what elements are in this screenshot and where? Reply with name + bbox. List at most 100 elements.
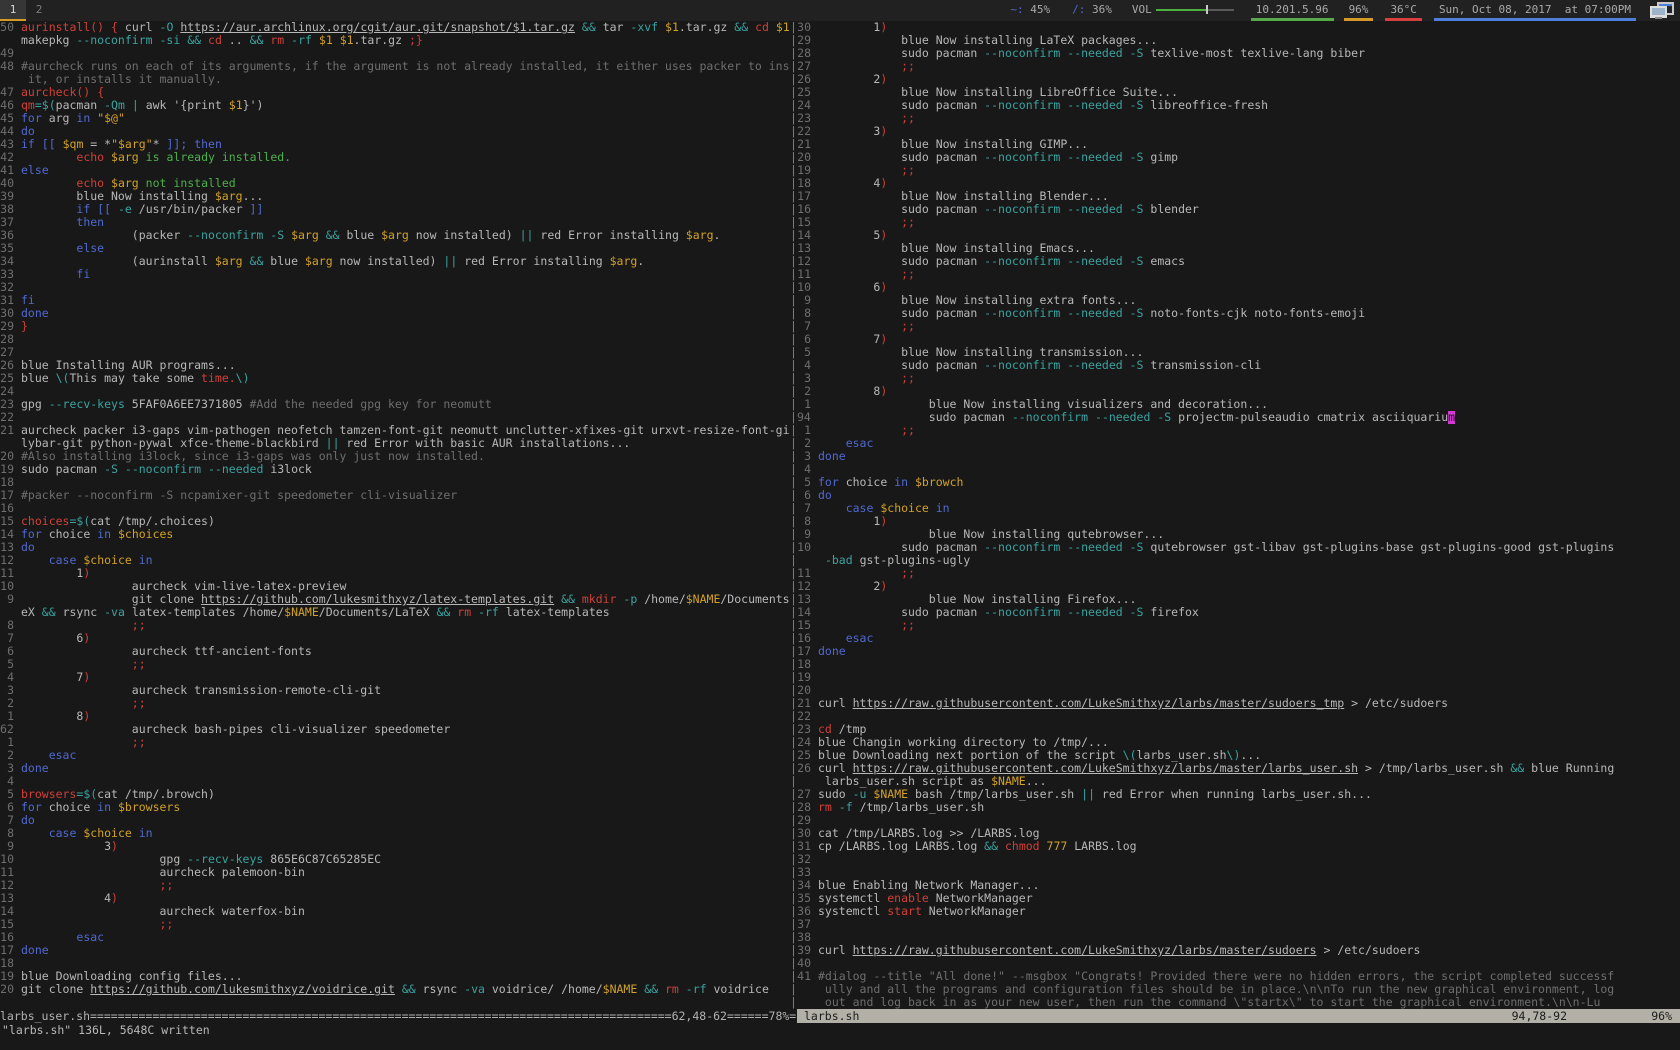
code-line: 12 case $choice in [0,554,790,567]
code-line: 24 [0,385,790,398]
volume-module[interactable]: VOL [1127,0,1239,21]
code-line: 9 git clone https://github.com/lukesmith… [0,593,790,606]
code-line: 1 8) [0,710,790,723]
code-line: 32 [797,853,1680,866]
home-symbol: ~: [1010,0,1023,19]
code-line: 6 aurcheck ttf-ancient-fonts [0,645,790,658]
code-line: 5 blue Now installing transmission... [797,346,1680,359]
code-line: 28rm -f /tmp/larbs_user.sh [797,801,1680,814]
battery-percent: 96% [1344,0,1374,21]
code-line: 3 aurcheck transmission-remote-cli-git [0,684,790,697]
code-line: 29 [797,814,1680,827]
active-file-name: larbs.sh [804,1009,859,1023]
volume-slider[interactable] [1156,5,1234,14]
statusline-inactive: larbs_user.sh===========================… [0,1009,797,1023]
code-line: 9 3) [0,840,790,853]
code-line: 1 blue Now installing visualizers and de… [797,398,1680,411]
line-number: 20 [0,983,21,996]
code-line: 26curl https://raw.githubusercontent.com… [797,762,1680,775]
code-line: larbs_user.sh script as $NAME... [797,775,1680,788]
code-line: 19 ;; [797,164,1680,177]
code-line: 27 [0,346,790,359]
systray [1650,0,1674,21]
code-line: 4 [797,463,1680,476]
ip-address: 10.201.5.96 [1251,0,1334,21]
code-line: 40 echo $arg not installed [0,177,790,190]
code-line: 16 esac [797,632,1680,645]
code-line: 23gpg --recv-keys 5FAF0A6EE7371805 #Add … [0,398,790,411]
vim-window-larbs-user-sh[interactable]: 50aurinstall() { curl -O https://aur.arc… [0,21,790,1009]
line-number: 9 [0,593,21,606]
code-line: 13do [0,541,790,554]
code-line: 17done [0,944,790,957]
code-line: 17 blue Now installing Blender... [797,190,1680,203]
code-line: 4 [0,775,790,788]
code-line: 7 6) [0,632,790,645]
code-line: 7 case $choice in [797,502,1680,515]
code-line: 94 sudo pacman --noconfirm --needed -S p… [797,411,1680,424]
code-line: it, or installs it manually. [0,73,790,86]
workspace-tag-2[interactable]: 2 [26,0,52,21]
code-line: 12 2) [797,580,1680,593]
line-number: 50 [0,21,21,34]
code-line: 20#Also installing i3lock, since i3-gaps… [0,450,790,463]
code-line: 14for choice in $choices [0,528,790,541]
root-symbol: /: [1072,0,1085,19]
scroll-percent: 96% [1567,1009,1672,1023]
line-number: 41 [797,970,818,983]
code-line: 15 ;; [797,619,1680,632]
code-line: 6for choice in $browsers [0,801,790,814]
vim-window-larbs-sh[interactable]: | | | | | | | | | | | | | | | | | | | | … [790,21,1680,1009]
code-line: 25 blue Now installing LibreOffice Suite… [797,86,1680,99]
vertical-split-separator[interactable]: | | | | | | | | | | | | | | | | | | | | … [790,21,797,1009]
disk-root-usage: /: 36% [1067,0,1117,21]
code-line: 8 case $choice in [0,827,790,840]
code-line: 28 sudo pacman --noconfirm --needed -S t… [797,47,1680,60]
code-line: 13 blue Now installing Emacs... [797,242,1680,255]
code-line: 1 ;; [0,736,790,749]
code-line: 47aurcheck() { [0,86,790,99]
code-line: 18 [0,476,790,489]
code-line: 9 blue Now installing extra fonts... [797,294,1680,307]
code-line: 19sudo pacman -S --noconfirm --needed i3… [0,463,790,476]
code-line: 31cp /LARBS.log LARBS.log && chmod 777 L… [797,840,1680,853]
code-line: 35 else [0,242,790,255]
code-line: 32 [0,281,790,294]
code-line: 7do [0,814,790,827]
code-line: 16 [0,502,790,515]
code-line: 13 blue Now installing Firefox... [797,593,1680,606]
code-line: 14 aurcheck waterfox-bin [0,905,790,918]
code-line: 13 4) [0,892,790,905]
code-line: 15 ;; [797,216,1680,229]
code-line: out and log back in as your new user, th… [797,996,1680,1009]
workspace-tag-1[interactable]: 1 [0,0,26,21]
code-line: 37 then [0,216,790,229]
code-line: 22 3) [797,125,1680,138]
code-line: 14 sudo pacman --noconfirm --needed -S f… [797,606,1680,619]
code-line: 17#packer --noconfirm -S ncpamixer-git s… [0,489,790,502]
code-line: 30cat /tmp/LARBS.log >> /LARBS.log [797,827,1680,840]
code-line: 7 ;; [797,320,1680,333]
computer-monitor-icon[interactable] [1650,2,1674,20]
code-line: 8 sudo pacman --noconfirm --needed -S no… [797,307,1680,320]
code-line: 2 esac [797,437,1680,450]
top-status-bar: 1 2 ~: 45% /: 36% VOL 10.201.5.96 96% 36… [0,0,1680,21]
code-line: 2 esac [0,749,790,762]
line-number: 26 [797,762,818,775]
cursor-position: 94,78-92 [1512,1009,1567,1023]
statusline-active: larbs.sh 94,78-92 96% [797,1009,1680,1023]
code-line: 30 1) [797,21,1680,34]
code-line: makepkg --noconfirm -si && cd .. && rm -… [0,34,790,47]
code-line: 30done [0,307,790,320]
code-line: 5browsers=$(cat /tmp/.browch) [0,788,790,801]
code-line: 33 fi [0,268,790,281]
code-line: 1 ;; [797,424,1680,437]
code-line: 22 [0,411,790,424]
code-line: lybar-git python-pywal xfce-theme-blackb… [0,437,790,450]
code-line: 36systemctl start NetworkManager [797,905,1680,918]
code-line: 41#dialog --title "All done!" --msgbox "… [797,970,1680,983]
code-line: 23 ;; [797,112,1680,125]
code-line: 28 [0,333,790,346]
code-line: -bad gst-plugins-ugly [797,554,1680,567]
block-cursor: m [1448,411,1455,424]
